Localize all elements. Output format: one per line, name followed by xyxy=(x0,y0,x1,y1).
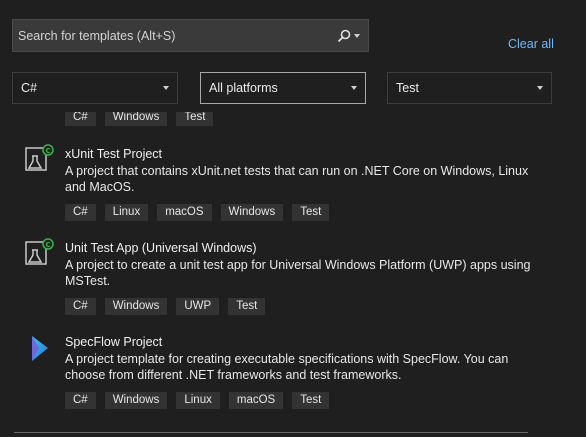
tag: Test xyxy=(228,298,266,315)
template-item-xunit[interactable]: C xUnit Test Project A project that cont… xyxy=(0,144,586,224)
svg-text:C: C xyxy=(46,147,51,155)
project-type-filter-dropdown[interactable]: Test xyxy=(387,72,552,104)
search-options-button[interactable] xyxy=(337,29,360,43)
template-tags: C# Windows Linux macOS Test xyxy=(65,392,330,409)
tag: macOS xyxy=(228,392,284,409)
tag: Windows xyxy=(104,112,168,126)
chevron-down-icon xyxy=(537,86,543,90)
test-flask-icon: C xyxy=(25,144,54,171)
tag: Linux xyxy=(176,392,220,409)
tag: Test xyxy=(292,204,330,221)
chevron-down-icon xyxy=(163,86,169,90)
template-title: SpecFlow Project xyxy=(65,335,163,349)
project-type-filter-value: Test xyxy=(396,81,419,95)
tag: C# xyxy=(65,112,96,126)
svg-text:C: C xyxy=(46,241,51,249)
template-item-specflow[interactable]: SpecFlow Project A project template for … xyxy=(0,332,586,412)
tag: Test xyxy=(292,392,330,409)
template-list[interactable]: C# Windows Test C xUnit Test Project A p… xyxy=(0,112,586,437)
tag: C# xyxy=(65,204,96,221)
template-title: xUnit Test Project xyxy=(65,147,163,161)
tag: UWP xyxy=(176,298,220,315)
tag: Windows xyxy=(220,204,284,221)
tag: macOS xyxy=(157,204,212,221)
tag: Windows xyxy=(104,392,168,409)
template-title: Unit Test App (Universal Windows) xyxy=(65,241,257,255)
search-input[interactable]: Search for templates (Alt+S) xyxy=(12,19,369,52)
platform-filter-value: All platforms xyxy=(209,81,278,95)
list-bottom-divider xyxy=(14,432,528,433)
search-placeholder: Search for templates (Alt+S) xyxy=(18,28,176,43)
test-flask-icon: C xyxy=(25,238,54,265)
tag: C# xyxy=(65,298,96,315)
template-description: A project template for creating executab… xyxy=(65,352,509,382)
tag: C# xyxy=(65,392,96,409)
template-description: A project to create a unit test app for … xyxy=(65,258,531,288)
platform-filter-dropdown[interactable]: All platforms xyxy=(200,72,366,104)
tag: Test xyxy=(176,112,214,126)
chevron-down-icon xyxy=(351,86,357,90)
specflow-icon xyxy=(32,336,48,361)
tag: Linux xyxy=(104,204,149,221)
template-item-unit-test-app[interactable]: C Unit Test App (Universal Windows) A pr… xyxy=(0,238,586,318)
language-filter-value: C# xyxy=(21,81,37,95)
template-description: A project that contains xUnit.net tests … xyxy=(65,164,529,194)
partial-tags-row: C# Windows Test xyxy=(65,112,214,126)
template-tags: C# Linux macOS Windows Test xyxy=(65,204,330,221)
tag: Windows xyxy=(104,298,168,315)
language-filter-dropdown[interactable]: C# xyxy=(12,72,178,104)
chevron-down-icon xyxy=(354,33,360,38)
clear-all-link[interactable]: Clear all xyxy=(508,37,554,51)
search-icon xyxy=(337,29,351,42)
template-tags: C# Windows UWP Test xyxy=(65,298,266,315)
